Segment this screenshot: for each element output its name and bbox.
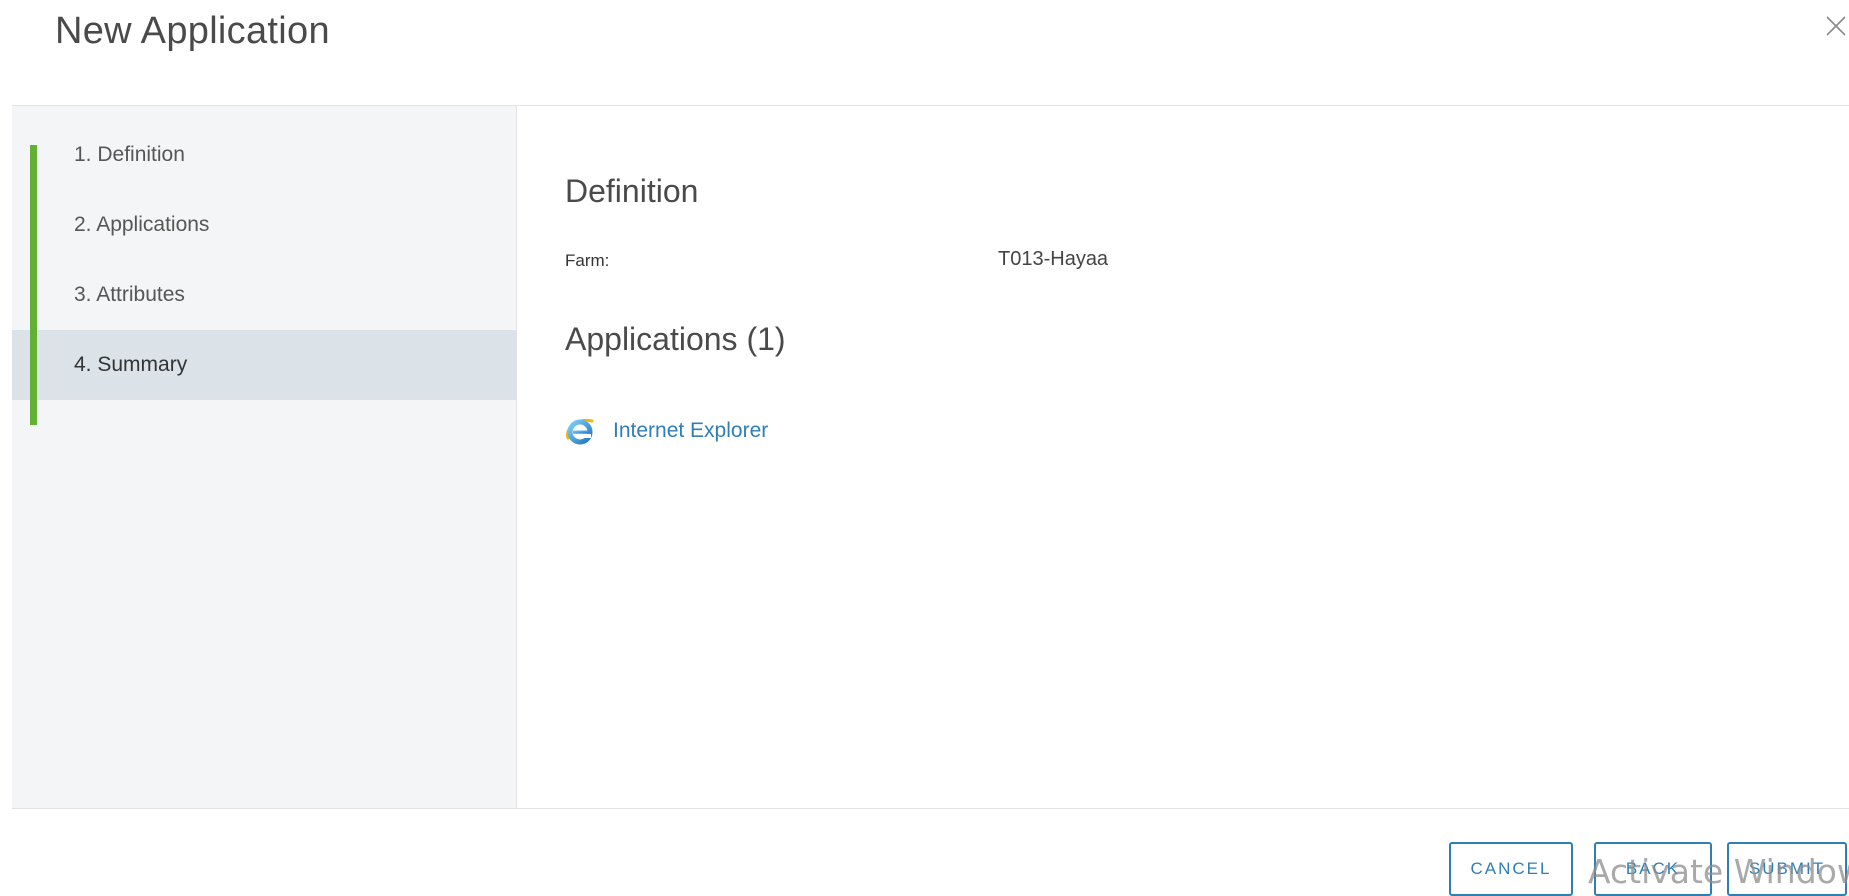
step-attributes[interactable]: 3. Attributes [12,260,516,330]
wizard-progress-bar [30,145,37,425]
step-summary[interactable]: 4. Summary [12,330,516,400]
step-definition[interactable]: 1. Definition [12,120,516,190]
summary-content: Definition Farm: T013-Hayaa Applications… [517,106,1849,808]
new-application-dialog: New Application 1. Definition 2. Applica… [0,0,1849,896]
definition-heading: Definition [565,173,699,209]
applications-heading: Applications (1) [565,321,786,357]
back-button[interactable]: BACK [1594,842,1712,896]
farm-value: T013-Hayaa [998,248,1109,270]
cancel-button[interactable]: CANCEL [1449,842,1573,896]
farm-label: Farm: [565,251,610,270]
dialog-title: New Application [55,10,330,52]
submit-button[interactable]: SUBMIT [1727,842,1847,896]
footer-divider [12,808,1849,809]
wizard-steps-sidebar: 1. Definition 2. Applications 3. Attribu… [12,106,517,808]
step-label: 2. Applications [74,213,210,236]
step-label: 1. Definition [74,143,185,166]
internet-explorer-link[interactable]: Internet Explorer [613,419,768,443]
step-label: 3. Attributes [74,283,185,306]
step-label: 4. Summary [74,353,188,376]
close-icon[interactable] [1822,12,1849,40]
step-applications[interactable]: 2. Applications [12,190,516,260]
application-item: Internet Explorer [565,411,768,451]
internet-explorer-icon [566,418,594,445]
